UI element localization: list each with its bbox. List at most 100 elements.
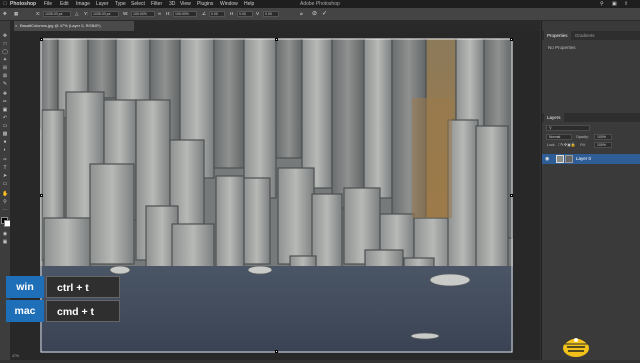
h-input[interactable]: 100.00%	[173, 11, 197, 17]
menu-edit[interactable]: Edit	[60, 0, 69, 8]
menu-type[interactable]: Type	[115, 0, 126, 8]
move-tool-icon[interactable]: ✥	[3, 8, 7, 20]
filter-kind-select[interactable]: ⚲	[546, 125, 590, 131]
transform-handle-bm[interactable]	[275, 350, 278, 353]
layers-tabs: Layers	[542, 113, 640, 122]
workspace-icon[interactable]: ▣	[612, 0, 617, 8]
shortcut-row-win: win ctrl + t	[6, 276, 120, 298]
shortcut-keys: cmd + t	[46, 300, 120, 322]
rotate-icon: ∠	[202, 11, 207, 16]
eye-icon[interactable]: ◉	[545, 156, 549, 162]
link-icon[interactable]: △	[75, 8, 78, 20]
os-label: win	[6, 276, 44, 298]
commit-check-icon[interactable]: ✓	[322, 8, 327, 20]
skew-icon: H	[230, 11, 234, 16]
search-icon[interactable]: ⚲	[600, 0, 604, 8]
x-label: X:	[36, 11, 41, 16]
menu-select[interactable]: Select	[131, 0, 145, 8]
screen-mode-icon[interactable]: ▣	[2, 239, 8, 245]
hand-tool-icon[interactable]: ✋	[2, 191, 8, 197]
menu-view[interactable]: View	[180, 0, 191, 8]
h-skew-input[interactable]: 0.00	[237, 11, 253, 17]
blur-tool-icon[interactable]: ●	[2, 139, 8, 145]
x-input[interactable]: 1035.00 px	[43, 11, 71, 17]
history-brush-icon[interactable]: ↶	[2, 115, 8, 121]
w-label: W:	[123, 11, 129, 16]
tab-properties[interactable]: Properties	[544, 31, 571, 40]
cancel-icon[interactable]: ⊘	[312, 8, 317, 20]
crop-tool-icon[interactable]: ⊞	[2, 65, 8, 71]
pen-tool-icon[interactable]: ✑	[2, 157, 8, 163]
fill-input[interactable]: 100%	[594, 142, 612, 148]
properties-tabs: Properties Gradients	[542, 31, 640, 40]
menu-filter[interactable]: Filter	[151, 0, 162, 8]
menu-plugins[interactable]: Plugins	[197, 0, 213, 8]
type-tool-icon[interactable]: T	[2, 165, 8, 171]
marquee-tool-icon[interactable]: □	[2, 41, 8, 47]
channel-logo	[562, 330, 590, 358]
shape-tool-icon[interactable]: ▭	[2, 181, 8, 187]
close-icon[interactable]: ×	[15, 21, 17, 31]
transform-handle-ml[interactable]	[40, 194, 43, 197]
reference-point-icon[interactable]: ▦	[14, 8, 18, 20]
y-label: Y:	[84, 11, 89, 16]
document-tab[interactable]: × BasaltColumns.jpg @ 47% (Layer 0, RGB/…	[14, 21, 134, 31]
transform-handle-tm[interactable]	[275, 38, 278, 41]
opacity-input[interactable]: 100%	[594, 134, 612, 140]
quick-select-icon[interactable]: ✦	[2, 57, 8, 63]
vskew-icon: V	[256, 11, 260, 16]
rotate-input[interactable]: 0.00	[209, 11, 225, 17]
document-tab-bar: × BasaltColumns.jpg @ 47% (Layer 0, RGB/…	[10, 21, 540, 31]
eyedropper-icon[interactable]: ✎	[2, 81, 8, 87]
menu-window[interactable]: Window	[220, 0, 238, 8]
transform-handle-tl[interactable]	[40, 38, 43, 41]
move-tool-icon[interactable]: ✥	[2, 33, 8, 39]
zoom-status: 47%	[12, 354, 20, 358]
v-skew-input[interactable]: 0.00	[263, 11, 279, 17]
tab-gradients[interactable]: Gradients	[572, 31, 598, 40]
layer-row[interactable]: ◉ Layer 0	[542, 154, 640, 164]
os-label: mac	[6, 300, 44, 322]
frame-tool-icon[interactable]: ⊠	[2, 73, 8, 79]
tab-layers[interactable]: Layers	[544, 113, 564, 122]
menubar:  Photoshop File Edit Image Layer Type S…	[0, 0, 640, 8]
zoom-tool-icon[interactable]: ⚲	[2, 199, 8, 205]
layer-name[interactable]: Layer 0	[576, 154, 591, 164]
more-tools-icon[interactable]: ⋯	[2, 207, 8, 213]
share-icon[interactable]: ⇧	[624, 0, 628, 8]
right-panels: Properties Gradients No Properties Layer…	[541, 21, 640, 360]
apple-icon[interactable]: 	[3, 0, 7, 8]
menu-help[interactable]: Help	[244, 0, 254, 8]
transform-handle-mr[interactable]	[510, 194, 513, 197]
clone-stamp-icon[interactable]: ▣	[2, 107, 8, 113]
eraser-icon[interactable]: ▭	[2, 123, 8, 129]
y-input[interactable]: 1035.00 px	[91, 11, 119, 17]
smart-object-icon	[565, 155, 573, 163]
lock-icon[interactable]: □✎✥▣🔒	[558, 142, 576, 148]
options-bar: ✥ ▦ X: 1035.00 px △ Y: 1035.00 px W: 100…	[0, 8, 640, 21]
chain-icon[interactable]: ∞	[158, 8, 161, 20]
lasso-tool-icon[interactable]: ◯	[2, 49, 8, 55]
gradient-tool-icon[interactable]: ▩	[2, 131, 8, 137]
lock-label: Lock:	[547, 143, 556, 147]
opacity-label: Opacity:	[576, 135, 589, 139]
h-label: H:	[166, 11, 171, 16]
shortcut-overlay: win ctrl + t mac cmd + t	[6, 276, 120, 322]
menu-3d[interactable]: 3D	[169, 0, 175, 8]
w-input[interactable]: 100.00%	[131, 11, 155, 17]
document-tab-label: BasaltColumns.jpg @ 47% (Layer 0, RGB/8*…	[20, 23, 101, 28]
path-select-icon[interactable]: ➤	[2, 173, 8, 179]
brush-tool-icon[interactable]: ✏	[2, 99, 8, 105]
warp-icon[interactable]: ⌀	[300, 8, 303, 20]
menu-image[interactable]: Image	[76, 0, 90, 8]
menu-photoshop[interactable]: Photoshop	[10, 0, 36, 8]
dodge-tool-icon[interactable]: ◐	[2, 147, 8, 153]
layer-thumbnail	[556, 155, 564, 163]
fill-label: Fill:	[580, 143, 586, 147]
menu-layer[interactable]: Layer	[96, 0, 109, 8]
quick-mask-icon[interactable]: ◉	[2, 231, 8, 237]
blend-mode-select[interactable]: Normal	[546, 134, 572, 140]
transform-handle-tr[interactable]	[510, 38, 513, 41]
healing-brush-icon[interactable]: ✚	[2, 91, 8, 97]
menu-file[interactable]: File	[44, 0, 52, 8]
